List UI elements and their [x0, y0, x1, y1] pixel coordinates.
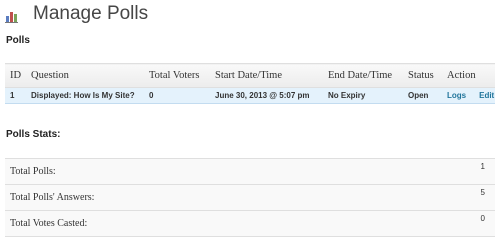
polls-heading: Polls: [6, 35, 30, 46]
stats-row: Total Polls' Answers: 5: [5, 184, 495, 211]
col-id[interactable]: ID: [5, 63, 26, 88]
stats-row: Total Votes Casted: 0: [5, 210, 495, 237]
stats-table: Total Polls: 1 Total Polls' Answers: 5 T…: [5, 158, 495, 237]
stat-label: Total Polls:: [5, 158, 409, 185]
poll-total-voters: 0: [144, 87, 210, 104]
stat-value: 5: [408, 184, 495, 211]
col-total-voters[interactable]: Total Voters: [144, 63, 210, 88]
col-action[interactable]: Action: [442, 63, 495, 88]
stat-label: Total Polls' Answers:: [5, 184, 409, 211]
stat-value: 0: [408, 210, 495, 237]
edit-link[interactable]: Edit: [479, 91, 494, 100]
logs-link[interactable]: Logs: [447, 91, 466, 100]
page-header: Manage Polls: [4, 3, 148, 25]
stat-value: 1: [408, 158, 495, 185]
stat-label: Total Votes Casted:: [5, 210, 409, 237]
poll-question: Displayed: How Is My Site?: [26, 87, 144, 104]
poll-end-date: No Expiry: [323, 87, 403, 104]
col-question[interactable]: Question: [26, 63, 144, 88]
col-status[interactable]: Status: [403, 63, 442, 88]
table-row[interactable]: 1 Displayed: How Is My Site? 0 June 30, …: [5, 87, 495, 104]
poll-id: 1: [5, 87, 26, 104]
bar-chart-icon: [4, 7, 20, 23]
polls-table-header: ID Question Total Voters Start Date/Time…: [5, 63, 495, 88]
poll-actions: Logs Edit: [442, 87, 495, 104]
stats-row: Total Polls: 1: [5, 158, 495, 185]
polls-table: ID Question Total Voters Start Date/Time…: [5, 63, 495, 104]
col-start-date[interactable]: Start Date/Time: [210, 63, 323, 88]
page-title: Manage Polls: [33, 3, 149, 24]
poll-start-date: June 30, 2013 @ 5:07 pm: [210, 87, 323, 104]
stats-heading: Polls Stats:: [6, 129, 61, 140]
poll-status: Open: [403, 87, 442, 104]
col-end-date[interactable]: End Date/Time: [323, 63, 403, 88]
